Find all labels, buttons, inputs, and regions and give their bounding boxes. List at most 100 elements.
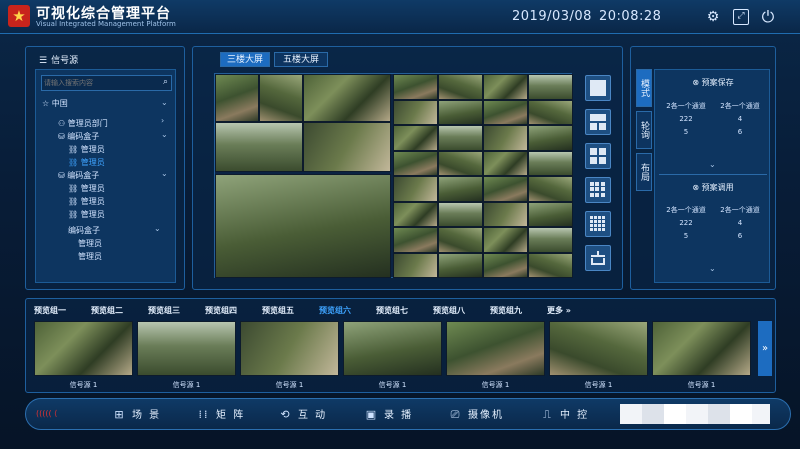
preset-cell[interactable]: 4	[715, 219, 765, 227]
preview-thumbnail[interactable]	[446, 321, 545, 376]
video-cell[interactable]	[483, 74, 528, 100]
video-cell[interactable]	[393, 125, 438, 151]
video-cell[interactable]	[215, 74, 259, 122]
video-cell[interactable]	[438, 252, 483, 278]
chevron-down-icon[interactable]: ⌄	[161, 130, 168, 139]
video-cell[interactable]	[483, 252, 528, 278]
video-cell[interactable]	[528, 227, 573, 253]
video-cell[interactable]	[483, 99, 528, 125]
nav-record[interactable]: ▣ 录 播	[364, 406, 413, 424]
preset-cell[interactable]: 4	[715, 115, 765, 123]
gear-icon[interactable]: ⚙	[704, 8, 722, 26]
video-cell[interactable]	[528, 125, 573, 151]
preset-cell[interactable]: 6	[715, 232, 765, 240]
video-cell[interactable]	[438, 99, 483, 125]
video-cell[interactable]	[528, 176, 573, 202]
video-cell[interactable]	[215, 122, 303, 172]
video-cell[interactable]	[393, 176, 438, 202]
preview-group-tab[interactable]: 预览组三	[148, 305, 180, 316]
preview-group-tab[interactable]: 预览组一	[34, 305, 66, 316]
video-cell[interactable]	[483, 125, 528, 151]
chevron-down-icon[interactable]: ⌄	[154, 224, 161, 233]
search-icon[interactable]: ⌕	[163, 77, 168, 87]
power-icon[interactable]: ⏻	[759, 8, 777, 26]
preview-group-tab[interactable]: 预览组二	[91, 305, 123, 316]
preset-cell[interactable]: 6	[715, 128, 765, 136]
nav-scene[interactable]: ⊞ 场 景	[112, 406, 161, 424]
preset-cell[interactable]: 222	[661, 115, 711, 123]
tab-mode[interactable]: 模式	[636, 69, 652, 107]
tree-node-encoder[interactable]: 编码盒子	[68, 225, 100, 236]
video-cell[interactable]	[393, 227, 438, 253]
video-cell[interactable]	[483, 176, 528, 202]
preview-thumbnail[interactable]	[34, 321, 133, 376]
video-cell[interactable]	[528, 201, 573, 227]
layout-2x2-button[interactable]	[585, 143, 611, 169]
tab-third-floor[interactable]: 三楼大屏	[220, 52, 270, 67]
video-cell[interactable]	[303, 122, 391, 172]
video-cell[interactable]	[393, 150, 438, 176]
tree-node-dept[interactable]: ⚇ 管理员部门	[58, 118, 108, 129]
tree-node-admin-selected[interactable]: ⛓ 管理员	[68, 157, 105, 168]
nav-camera[interactable]: ⎚ 摄像机	[448, 406, 504, 424]
video-cell[interactable]	[259, 74, 303, 122]
layout-3x3-button[interactable]	[585, 177, 611, 203]
video-cell[interactable]	[528, 99, 573, 125]
preview-thumbnail[interactable]	[240, 321, 339, 376]
more-groups-button[interactable]: 更多 »	[547, 305, 571, 316]
nav-collapse-handle[interactable]: ((((( ⟨	[36, 406, 76, 422]
chevron-down-icon[interactable]: ⌄	[709, 160, 716, 169]
tree-node-admin[interactable]: ⛓ 管理员	[68, 144, 105, 155]
chevron-down-icon[interactable]: ⌄	[161, 169, 168, 178]
preview-thumbnail[interactable]	[549, 321, 648, 376]
video-cell[interactable]	[528, 150, 573, 176]
preview-group-tab[interactable]: 预览组四	[205, 305, 237, 316]
video-cell[interactable]	[303, 74, 391, 122]
nav-matrix[interactable]: ⁞⁞ 矩 阵	[196, 406, 245, 424]
video-cell[interactable]	[528, 252, 573, 278]
preview-thumbnail[interactable]	[137, 321, 236, 376]
tree-node-admin[interactable]: ⛓ 管理员	[68, 209, 105, 220]
tree-node-encoder[interactable]: ⛁ 编码盒子	[58, 131, 99, 142]
video-cell[interactable]	[483, 227, 528, 253]
video-cell[interactable]	[215, 174, 391, 278]
preview-group-tab[interactable]: 预览组八	[433, 305, 465, 316]
video-cell[interactable]	[438, 176, 483, 202]
video-cell[interactable]	[393, 201, 438, 227]
tree-node-admin[interactable]: 管理员	[78, 238, 102, 249]
tree-node-admin[interactable]: ⛓ 管理员	[68, 183, 105, 194]
layout-4x4-button[interactable]	[585, 211, 611, 237]
preset-cell[interactable]: 5	[661, 232, 711, 240]
video-cell[interactable]	[438, 125, 483, 151]
layout-custom-button[interactable]	[585, 245, 611, 271]
layout-1plus2-button[interactable]	[585, 109, 611, 135]
preset-cell[interactable]: 222	[661, 219, 711, 227]
video-cell[interactable]	[438, 201, 483, 227]
layout-1x1-button[interactable]	[585, 75, 611, 101]
preset-call-title[interactable]: ⊗ 预案调用	[655, 182, 771, 193]
video-cell[interactable]	[438, 150, 483, 176]
video-cell[interactable]	[438, 74, 483, 100]
tab-layout[interactable]: 布局	[636, 153, 652, 191]
preview-group-tab[interactable]: 预览组五	[262, 305, 294, 316]
video-cell[interactable]	[528, 74, 573, 100]
fullscreen-icon[interactable]: ⤢	[733, 9, 749, 25]
nav-central-control[interactable]: ⎍ 中 控	[540, 406, 589, 424]
tree-node-admin[interactable]: ⛓ 管理员	[68, 196, 105, 207]
preview-group-tab[interactable]: 预览组九	[490, 305, 522, 316]
video-cell[interactable]	[393, 74, 438, 100]
preview-thumbnail[interactable]	[652, 321, 751, 376]
video-cell[interactable]	[393, 99, 438, 125]
tree-node-admin[interactable]: 管理员	[78, 251, 102, 262]
preview-thumbnail[interactable]	[343, 321, 442, 376]
tree-node-encoder[interactable]: ⛁ 编码盒子	[58, 170, 99, 181]
tab-fifth-floor[interactable]: 五楼大屏	[274, 52, 328, 67]
preset-cell[interactable]: 5	[661, 128, 711, 136]
video-cell[interactable]	[483, 201, 528, 227]
double-chevron-right-icon[interactable]: »	[758, 321, 772, 376]
preview-group-tab-active[interactable]: 预览组六	[319, 305, 351, 316]
nav-interaction[interactable]: ⟲ 互 动	[278, 406, 327, 424]
preview-group-tab[interactable]: 预览组七	[376, 305, 408, 316]
tree-node-china[interactable]: ☆ 中国	[42, 98, 68, 109]
video-cell[interactable]	[438, 227, 483, 253]
